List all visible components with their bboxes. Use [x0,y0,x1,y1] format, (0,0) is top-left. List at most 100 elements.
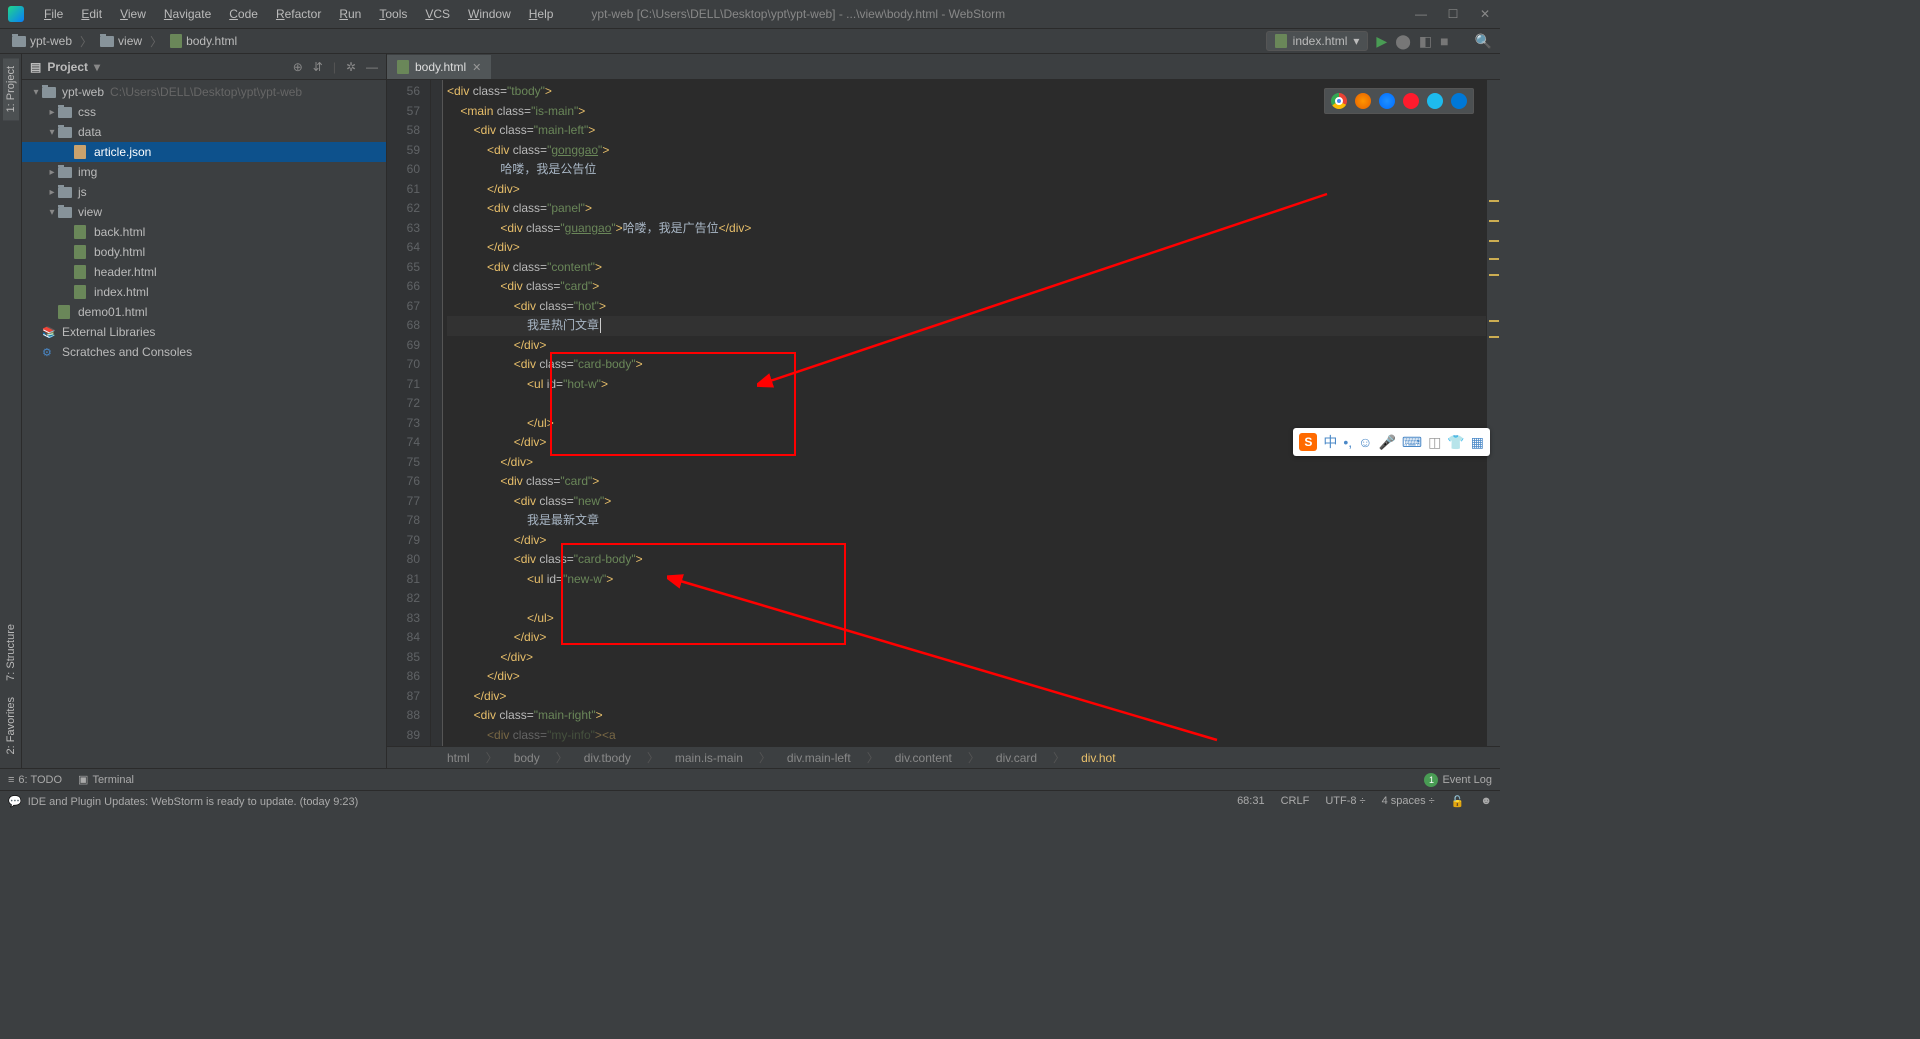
tree-node[interactable]: ▸img [22,162,386,182]
menu-help[interactable]: Help [521,3,562,25]
minimize-button[interactable]: — [1414,7,1428,21]
tree-node[interactable]: back.html [22,222,386,242]
ime-toolbar[interactable]: S 中 •, ☺ 🎤 ⌨ ◫ 👕 ▦ [1293,428,1490,456]
tree-node-lib[interactable]: External Libraries [22,322,386,342]
breadcrumb-item[interactable]: main.is-main [675,751,743,765]
event-log-tab[interactable]: 1 Event Log [1424,773,1492,787]
tree-node[interactable]: ▸js [22,182,386,202]
firefox-icon[interactable] [1355,93,1371,109]
menu-refactor[interactable]: Refactor [268,3,329,25]
maximize-button[interactable]: ☐ [1446,7,1460,21]
code-editor[interactable]: <div class="tbody"> <main class="is-main… [443,80,1486,746]
coverage-button[interactable]: ◧ [1419,33,1432,50]
nav-crumb[interactable]: view [96,32,146,50]
menu-tools[interactable]: Tools [371,3,415,25]
caret-position[interactable]: 68:31 [1237,795,1265,808]
tree-label: js [78,185,87,199]
editor-tab-bar: body.html ✕ [387,54,1500,80]
ie-icon[interactable] [1427,93,1443,109]
info-icon: 💬 [8,795,22,808]
folder-icon [58,207,74,218]
breadcrumb-item[interactable]: div.tbody [584,751,631,765]
favorites-tab[interactable]: 2: Favorites [3,689,19,762]
menu-window[interactable]: Window [460,3,519,25]
error-stripe[interactable] [1486,80,1500,746]
menu-view[interactable]: View [112,3,154,25]
menu-navigate[interactable]: Navigate [156,3,219,25]
indent-setting[interactable]: 4 spaces ÷ [1382,795,1435,808]
project-tree[interactable]: ▾ypt-webC:\Users\DELL\Desktop\ypt\ypt-we… [22,80,386,768]
menu-code[interactable]: Code [221,3,266,25]
tree-node[interactable]: body.html [22,242,386,262]
stop-button[interactable]: ■ [1440,33,1448,49]
ime-emoji-icon[interactable]: ☺ [1358,434,1372,450]
structure-tab[interactable]: 7: Structure [3,616,19,689]
tree-node[interactable]: ▾view [22,202,386,222]
breadcrumb-item[interactable]: html [447,751,470,765]
tree-node[interactable]: ▾data [22,122,386,142]
breadcrumb-item[interactable]: body [514,751,540,765]
opera-icon[interactable] [1403,93,1419,109]
file-encoding[interactable]: UTF-8 ÷ [1325,795,1365,808]
tree-node[interactable]: article.json [22,142,386,162]
breadcrumb-item[interactable]: div.hot [1081,751,1115,765]
breadcrumb-item[interactable]: div.main-left [787,751,851,765]
tree-node[interactable]: header.html [22,262,386,282]
menu-run[interactable]: Run [331,3,369,25]
nav-crumb[interactable]: body.html [166,32,241,50]
html-icon [74,245,90,259]
project-tab[interactable]: 1: Project [3,58,19,120]
close-button[interactable]: ✕ [1478,7,1492,21]
tree-node[interactable]: index.html [22,282,386,302]
debug-button[interactable]: ⬤ [1395,33,1411,50]
hide-icon[interactable]: — [366,60,378,74]
fold-gutter[interactable] [431,80,443,746]
nav-crumb[interactable]: ypt-web [8,32,76,50]
safari-icon[interactable] [1379,93,1395,109]
settings-icon[interactable]: ✲ [346,60,356,74]
tree-arrow-icon: ▾ [30,87,42,98]
menu-vcs[interactable]: VCS [417,3,458,25]
hector-icon[interactable]: ☻ [1480,795,1492,808]
locate-icon[interactable]: ⊕ [293,60,303,74]
ime-punct-icon[interactable]: •, [1343,434,1352,450]
ime-skin-icon[interactable]: ◫ [1428,434,1441,451]
ime-toolbox-icon[interactable]: ▦ [1471,434,1484,451]
collapse-icon[interactable]: ⇵ [313,60,323,74]
tree-node[interactable]: ▸css [22,102,386,122]
ime-keyboard-icon[interactable]: ⌨ [1402,434,1422,451]
close-tab-icon[interactable]: ✕ [472,61,481,74]
todo-tab[interactable]: ≡6: TODO [8,774,62,786]
edge-icon[interactable] [1451,93,1467,109]
nav-crumb-label: ypt-web [30,34,72,48]
ime-lang[interactable]: 中 [1323,432,1337,452]
terminal-tab[interactable]: ▣Terminal [78,773,134,786]
ime-mic-icon[interactable]: 🎤 [1378,434,1395,451]
tree-node[interactable]: ▾ypt-webC:\Users\DELL\Desktop\ypt\ypt-we… [22,82,386,102]
tree-arrow-icon: ▸ [46,107,58,118]
search-everywhere-button[interactable]: 🔍 [1475,33,1492,50]
run-config-selector[interactable]: index.html ▾ [1266,31,1369,51]
ime-clothes-icon[interactable]: 👕 [1447,434,1464,451]
project-panel-title[interactable]: ▤Project▾ [30,60,100,74]
folder-icon [100,36,114,47]
chrome-icon[interactable] [1331,93,1347,109]
menu-bar: FileEditViewNavigateCodeRefactorRunTools… [36,3,561,25]
folder-icon [58,127,74,138]
bottom-tool-strip: ≡6: TODO ▣Terminal 1 Event Log [0,768,1500,790]
line-gutter[interactable]: 5657585960616263646566676869707172737475… [387,80,431,746]
breadcrumb-item[interactable]: div.content [895,751,952,765]
tree-node-scratch[interactable]: Scratches and Consoles [22,342,386,362]
breadcrumb-item[interactable]: div.card [996,751,1037,765]
menu-edit[interactable]: Edit [73,3,110,25]
run-button[interactable]: ▶ [1376,33,1387,50]
tree-label: body.html [94,245,145,259]
line-separator[interactable]: CRLF [1281,795,1310,808]
status-message[interactable]: 💬 IDE and Plugin Updates: WebStorm is re… [8,795,358,808]
window-title: ypt-web [C:\Users\DELL\Desktop\ypt\ypt-w… [591,7,1414,21]
tree-node[interactable]: demo01.html [22,302,386,322]
menu-file[interactable]: File [36,3,71,25]
html-icon [397,60,409,74]
editor-tab[interactable]: body.html ✕ [387,55,491,79]
readonly-lock-icon[interactable]: 🔓 [1451,795,1465,808]
